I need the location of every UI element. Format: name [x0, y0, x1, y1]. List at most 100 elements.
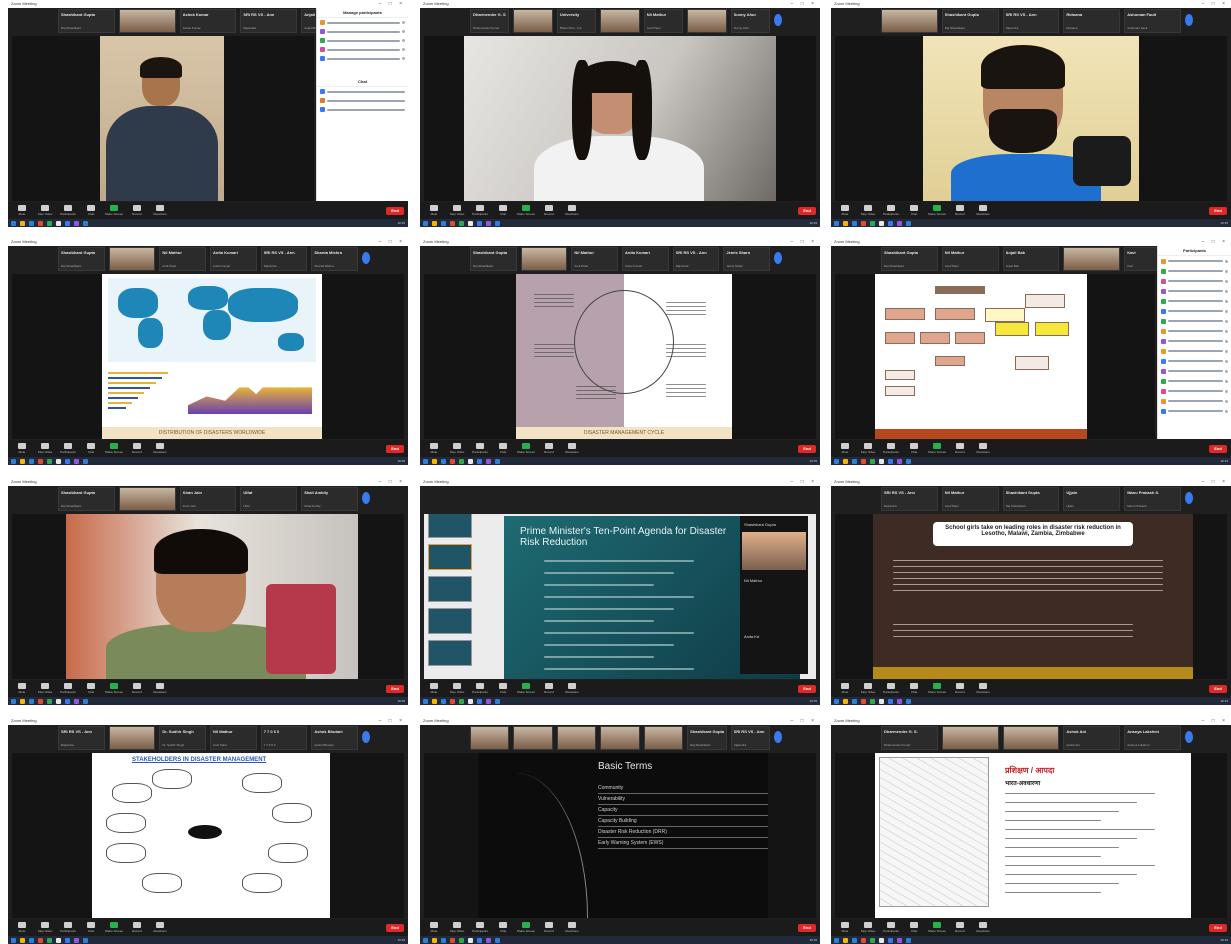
end-meeting-button[interactable]: End — [386, 684, 404, 693]
zoom-icon[interactable] — [888, 937, 893, 943]
panel-participant-row[interactable] — [1158, 326, 1231, 336]
toolbar-button[interactable]: Record — [127, 682, 147, 696]
toolbar-button[interactable]: Mute — [12, 204, 32, 218]
next-page-arrow-icon[interactable] — [774, 14, 782, 26]
toolbar-button[interactable]: Participants — [881, 921, 901, 935]
toolbar-button[interactable]: Record — [539, 442, 559, 456]
participant-tile[interactable]: Anita Kumari Anita Kumari — [210, 247, 257, 271]
start-icon[interactable] — [11, 458, 16, 464]
toolbar-button[interactable]: Stop Video — [858, 921, 878, 935]
slide-thumbnail[interactable] — [428, 514, 472, 538]
toolbar-button[interactable]: Record — [950, 204, 970, 218]
toolbar-button[interactable]: Record — [950, 921, 970, 935]
toolbar-button[interactable]: Reactions — [150, 204, 170, 218]
participant-tile[interactable]: Sharda Mishra Sharda Mishra — [311, 247, 359, 271]
toolbar-button[interactable]: Chat — [493, 682, 513, 696]
files-icon[interactable] — [459, 937, 464, 943]
search-icon[interactable] — [432, 937, 437, 943]
toolbar-button[interactable]: Mute — [12, 442, 32, 456]
participant-tile[interactable] — [556, 726, 597, 750]
mail-icon[interactable] — [56, 458, 61, 464]
toolbar-button[interactable]: Record — [950, 682, 970, 696]
participant-tile[interactable]: Ananya Lakshmi Ananya Lakshmi — [1124, 726, 1181, 750]
app-icon[interactable] — [83, 458, 88, 464]
app-icon[interactable] — [897, 937, 902, 943]
participant-tile[interactable]: SRI RS VS - Ann Rajvindra — [58, 726, 105, 750]
task-view-icon[interactable] — [852, 220, 857, 226]
toolbar-button[interactable]: Participants — [470, 442, 490, 456]
panel-participant-row[interactable] — [317, 45, 408, 54]
panel-participant-row[interactable] — [1158, 296, 1231, 306]
start-icon[interactable] — [423, 220, 428, 226]
start-icon[interactable] — [834, 698, 839, 704]
window-controls[interactable]: – □ × — [379, 238, 406, 246]
task-view-icon[interactable] — [441, 458, 446, 464]
mail-icon[interactable] — [56, 220, 61, 226]
participant-tile[interactable]: Shashikant Gupta Raj Shashikant — [58, 247, 105, 271]
task-view-icon[interactable] — [852, 458, 857, 464]
app-icon[interactable] — [74, 220, 79, 226]
toolbar-button[interactable]: Mute — [835, 204, 855, 218]
participant-tile[interactable]: Ashuman Fault Ashuman Fault — [1124, 9, 1181, 33]
participant-tile[interactable]: Nil Mathur Amit Patel — [643, 9, 684, 33]
participant-tile[interactable] — [520, 247, 568, 271]
toolbar-button[interactable]: Participants — [881, 204, 901, 218]
toolbar-button[interactable]: Reactions — [150, 921, 170, 935]
toolbar-button[interactable]: Participants — [470, 204, 490, 218]
toolbar-button[interactable]: Mute — [424, 682, 444, 696]
zoom-icon[interactable] — [65, 220, 70, 226]
app-icon[interactable] — [486, 698, 491, 704]
toolbar-button[interactable]: Share Screen — [516, 921, 536, 935]
toolbar-button[interactable]: Mute — [835, 921, 855, 935]
toolbar-button[interactable]: Chat — [904, 204, 924, 218]
panel-participant-row[interactable] — [1158, 316, 1231, 326]
toolbar-button[interactable]: Stop Video — [35, 204, 55, 218]
slide-thumbnail[interactable] — [428, 640, 472, 666]
files-icon[interactable] — [870, 698, 875, 704]
participant-tile[interactable] — [513, 9, 553, 33]
start-icon[interactable] — [834, 220, 839, 226]
toolbar-button[interactable]: Share Screen — [104, 204, 124, 218]
window-controls[interactable]: – □ × — [1202, 238, 1229, 246]
task-view-icon[interactable] — [441, 937, 446, 943]
task-view-icon[interactable] — [852, 698, 857, 704]
participant-tile[interactable]: Ujjain Ujjain — [1063, 487, 1121, 511]
app-icon[interactable] — [83, 937, 88, 943]
start-icon[interactable] — [423, 698, 428, 704]
toolbar-button[interactable]: Participants — [58, 682, 78, 696]
files-icon[interactable] — [47, 698, 52, 704]
next-page-arrow-icon[interactable] — [1185, 14, 1193, 26]
next-page-arrow-icon[interactable] — [1185, 731, 1193, 743]
panel-participant-row[interactable] — [317, 27, 408, 36]
task-view-icon[interactable] — [29, 698, 34, 704]
browser-icon[interactable] — [38, 458, 43, 464]
toolbar-button[interactable]: Record — [950, 442, 970, 456]
browser-icon[interactable] — [861, 698, 866, 704]
participant-tile[interactable] — [1002, 726, 1060, 750]
search-icon[interactable] — [432, 698, 437, 704]
mail-icon[interactable] — [879, 937, 884, 943]
mail-icon[interactable] — [879, 698, 884, 704]
toolbar-button[interactable]: Reactions — [150, 682, 170, 696]
toolbar-button[interactable]: Participants — [881, 442, 901, 456]
mail-icon[interactable] — [56, 937, 61, 943]
participant-tile[interactable]: Shashikant Gupta Raj Shashikant — [1002, 487, 1060, 511]
start-icon[interactable] — [11, 220, 16, 226]
app-icon[interactable] — [495, 458, 500, 464]
toolbar-button[interactable]: Stop Video — [447, 204, 467, 218]
toolbar-button[interactable]: Record — [127, 204, 147, 218]
toolbar-button[interactable]: Stop Video — [447, 921, 467, 935]
search-icon[interactable] — [843, 220, 848, 226]
participant-tile[interactable] — [108, 726, 156, 750]
files-icon[interactable] — [47, 458, 52, 464]
zoom-icon[interactable] — [477, 698, 482, 704]
window-controls[interactable]: – □ × — [1202, 0, 1229, 8]
end-meeting-button[interactable]: End — [386, 444, 404, 453]
toolbar-button[interactable]: Reactions — [150, 442, 170, 456]
zoom-icon[interactable] — [888, 698, 893, 704]
toolbar-button[interactable]: Mute — [424, 921, 444, 935]
mail-icon[interactable] — [879, 458, 884, 464]
participant-tile[interactable]: Nil Mathur Amit Patel — [571, 247, 619, 271]
toolbar-button[interactable]: Reactions — [973, 682, 993, 696]
zoom-icon[interactable] — [65, 458, 70, 464]
